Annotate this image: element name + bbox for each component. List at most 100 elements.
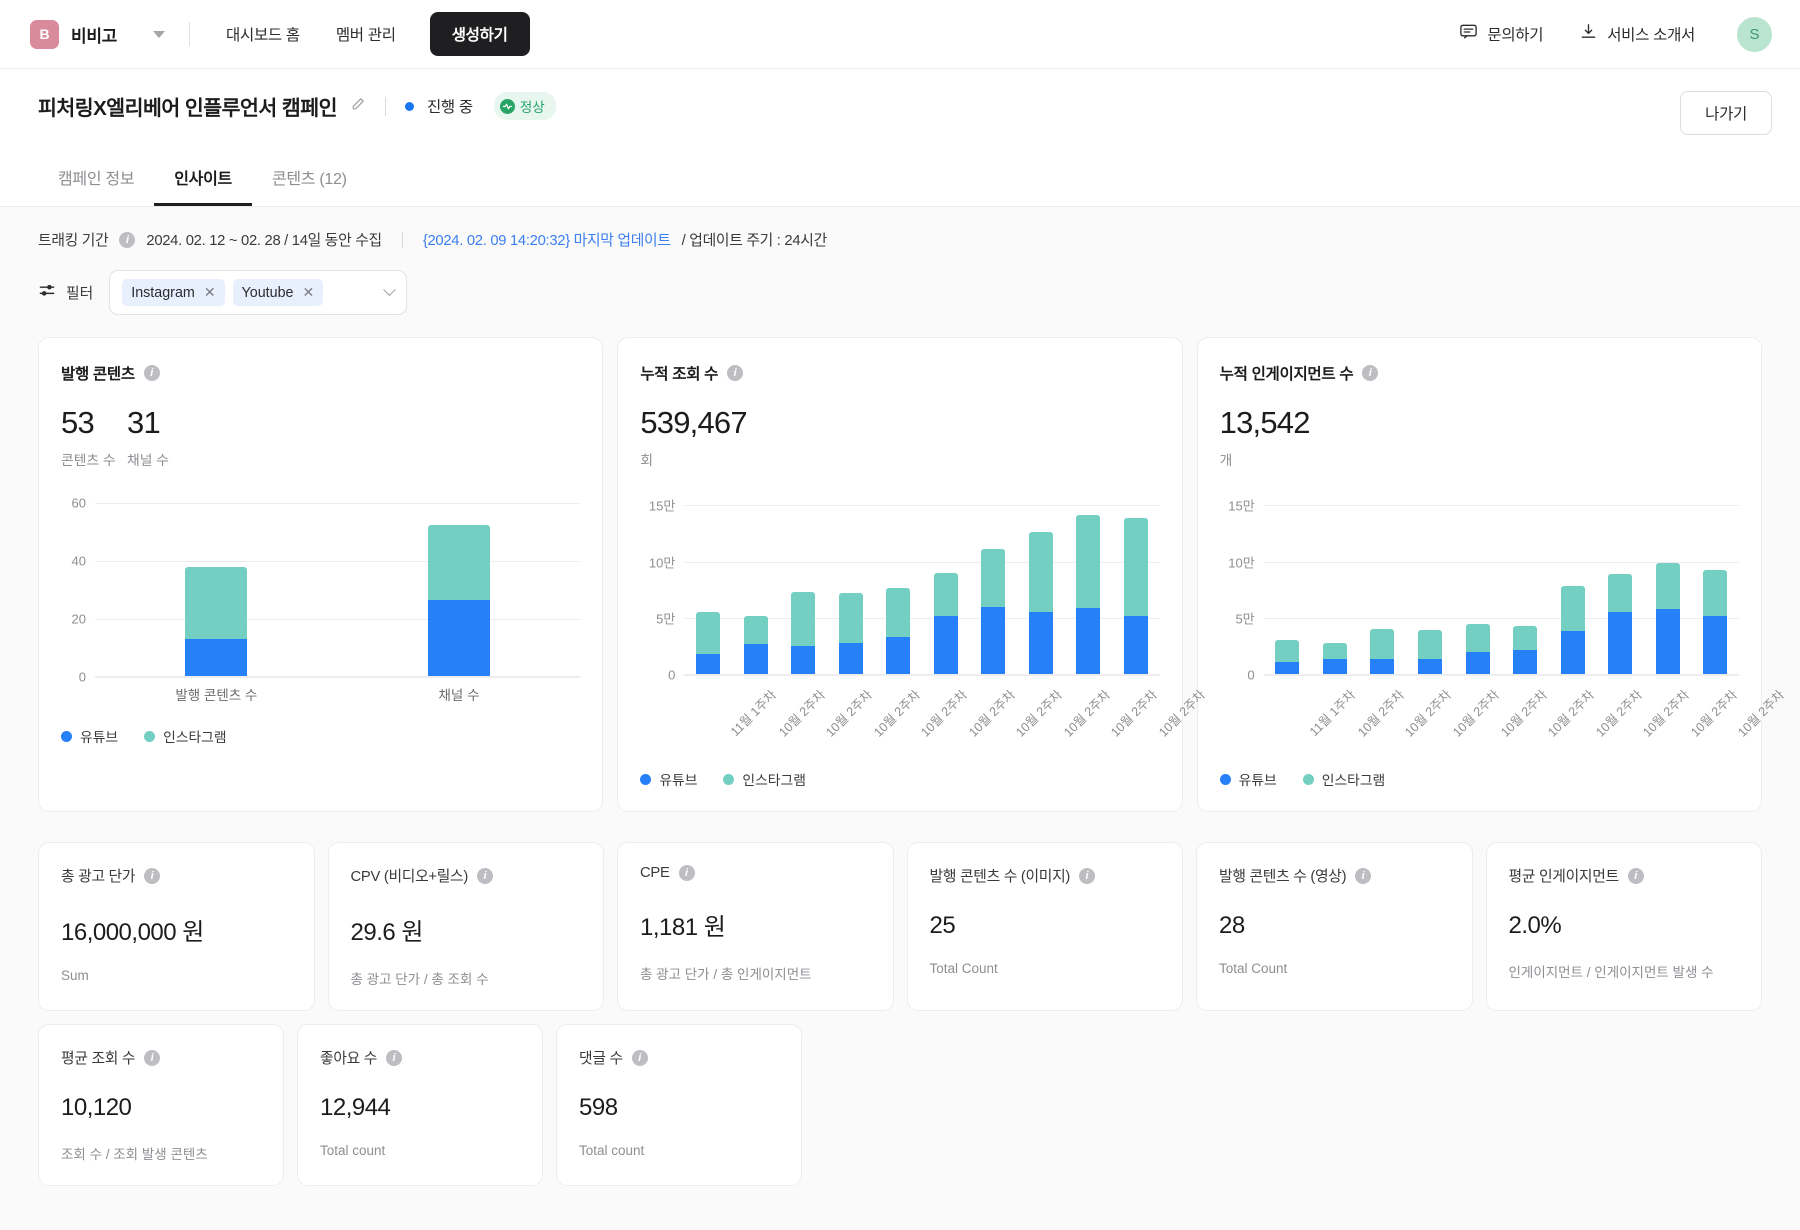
- bar-segment-youtube[interactable]: [1703, 615, 1728, 676]
- bar-segment-instagram[interactable]: [1655, 562, 1680, 609]
- contact-us-link[interactable]: 문의하기: [1459, 22, 1544, 46]
- chart-bar-slot[interactable]: [1596, 497, 1644, 676]
- user-avatar[interactable]: S: [1737, 16, 1772, 52]
- bar-segment-instagram[interactable]: [886, 587, 911, 638]
- tab-insight[interactable]: 인사이트: [154, 153, 252, 206]
- bar-segment-youtube[interactable]: [1560, 630, 1585, 676]
- chart-bar-slot[interactable]: [1549, 497, 1597, 676]
- chart-bar-slot[interactable]: [970, 497, 1018, 676]
- bar-segment-instagram[interactable]: [1560, 585, 1585, 631]
- chevron-down-icon[interactable]: [153, 30, 166, 38]
- legend-item-youtube[interactable]: 유튜브: [640, 769, 697, 789]
- bar-segment-instagram[interactable]: [1418, 629, 1443, 659]
- info-icon[interactable]: i: [144, 867, 161, 884]
- chart-bar-slot[interactable]: [1691, 497, 1739, 676]
- bar-segment-youtube[interactable]: [1123, 615, 1148, 676]
- legend-item-instagram[interactable]: 인스타그램: [723, 769, 806, 789]
- create-button[interactable]: 생성하기: [429, 12, 530, 56]
- info-icon[interactable]: i: [477, 867, 493, 884]
- chart-bar-slot[interactable]: [95, 497, 338, 678]
- filter-select[interactable]: Instagram ✕ Youtube ✕: [109, 270, 408, 315]
- info-icon[interactable]: i: [386, 1049, 403, 1066]
- bar-segment-youtube[interactable]: [933, 615, 958, 676]
- bar-segment-instagram[interactable]: [791, 592, 816, 647]
- bar-segment-instagram[interactable]: [1465, 624, 1490, 653]
- filter-chip-youtube[interactable]: Youtube ✕: [232, 279, 324, 306]
- legend-item-youtube[interactable]: 유튜브: [61, 726, 118, 746]
- bar-segment-instagram[interactable]: [1123, 518, 1148, 616]
- bar-segment-youtube[interactable]: [696, 653, 721, 676]
- bar-segment-youtube[interactable]: [981, 607, 1006, 676]
- bar-segment-youtube[interactable]: [1322, 658, 1347, 676]
- bar-segment-instagram[interactable]: [981, 548, 1006, 608]
- bar-segment-youtube[interactable]: [791, 646, 816, 676]
- legend-item-instagram[interactable]: 인스타그램: [144, 726, 227, 746]
- chart-bar-slot[interactable]: [732, 497, 780, 676]
- chevron-down-icon[interactable]: [383, 283, 397, 297]
- bar-segment-instagram[interactable]: [428, 524, 490, 601]
- legend-item-youtube[interactable]: 유튜브: [1219, 769, 1277, 789]
- info-icon[interactable]: i: [678, 865, 695, 882]
- chart-bar-slot[interactable]: [827, 497, 875, 676]
- bar-segment-youtube[interactable]: [838, 643, 863, 676]
- bar-segment-instagram[interactable]: [1703, 569, 1728, 616]
- chart-bar-slot[interactable]: [1406, 497, 1454, 676]
- bar-segment-instagram[interactable]: [1275, 639, 1300, 663]
- close-icon[interactable]: ✕: [303, 284, 315, 301]
- chart-bar-slot[interactable]: [1017, 497, 1065, 676]
- tab-contents[interactable]: 콘텐츠 (12): [252, 153, 367, 206]
- info-icon[interactable]: i: [727, 365, 744, 381]
- exit-button[interactable]: 나가기: [1680, 91, 1772, 135]
- bar-segment-youtube[interactable]: [1370, 658, 1395, 676]
- chart-bar-slot[interactable]: [338, 497, 581, 678]
- chart-bar-slot[interactable]: [1112, 497, 1160, 676]
- bar-segment-youtube[interactable]: [1513, 649, 1538, 676]
- chart-bar-slot[interactable]: [922, 497, 970, 676]
- info-icon[interactable]: i: [144, 1049, 161, 1066]
- legend-item-instagram[interactable]: 인스타그램: [1302, 769, 1385, 789]
- nav-link-dashboard-home[interactable]: 대시보드 홈: [214, 15, 312, 53]
- service-intro-link[interactable]: 서비스 소개서: [1579, 22, 1695, 46]
- chart-bar-slot[interactable]: [1501, 497, 1549, 676]
- bar-segment-instagram[interactable]: [933, 573, 958, 616]
- info-icon[interactable]: i: [143, 365, 160, 381]
- bar-segment-youtube[interactable]: [185, 639, 248, 678]
- edit-pencil-icon[interactable]: [350, 96, 366, 116]
- tab-campaign-info[interactable]: 캠페인 정보: [38, 153, 154, 206]
- filter-chip-instagram[interactable]: Instagram ✕: [122, 279, 225, 306]
- bar-segment-youtube[interactable]: [1608, 612, 1633, 676]
- bar-segment-instagram[interactable]: [1028, 531, 1053, 612]
- chart-bar-slot[interactable]: [1359, 497, 1407, 676]
- chart-bar-slot[interactable]: [779, 497, 827, 676]
- chart-bar-slot[interactable]: [1644, 497, 1692, 676]
- bar-segment-instagram[interactable]: [1322, 643, 1347, 659]
- bar-segment-youtube[interactable]: [886, 637, 911, 676]
- last-update-link[interactable]: {2024. 02. 09 14:20:32} 마지막 업데이트: [423, 229, 671, 250]
- nav-link-member-management[interactable]: 멤버 관리: [324, 15, 408, 53]
- brand-selector[interactable]: B 비비고: [30, 19, 166, 49]
- chart-bar-slot[interactable]: [1065, 497, 1113, 676]
- close-icon[interactable]: ✕: [204, 284, 216, 301]
- info-icon[interactable]: i: [1355, 867, 1372, 884]
- chart-bar-slot[interactable]: [684, 497, 732, 676]
- chart-bar-slot[interactable]: [1454, 497, 1502, 676]
- bar-segment-instagram[interactable]: [185, 566, 248, 640]
- bar-segment-instagram[interactable]: [696, 612, 721, 654]
- bar-segment-youtube[interactable]: [743, 644, 768, 676]
- bar-segment-instagram[interactable]: [1076, 515, 1101, 609]
- info-icon[interactable]: i: [119, 231, 136, 248]
- info-icon[interactable]: i: [1362, 365, 1379, 381]
- bar-segment-youtube[interactable]: [428, 600, 490, 678]
- bar-segment-youtube[interactable]: [1028, 611, 1053, 676]
- bar-segment-instagram[interactable]: [1370, 629, 1395, 659]
- chart-bar-slot[interactable]: [1311, 497, 1359, 676]
- bar-segment-instagram[interactable]: [838, 592, 863, 644]
- info-icon[interactable]: i: [1079, 867, 1096, 884]
- bar-segment-youtube[interactable]: [1076, 608, 1101, 676]
- bar-segment-instagram[interactable]: [1513, 626, 1538, 650]
- bar-segment-youtube[interactable]: [1655, 608, 1680, 676]
- info-icon[interactable]: i: [1627, 867, 1644, 884]
- bar-segment-instagram[interactable]: [743, 615, 768, 645]
- info-icon[interactable]: i: [631, 1049, 648, 1066]
- bar-segment-instagram[interactable]: [1608, 573, 1633, 613]
